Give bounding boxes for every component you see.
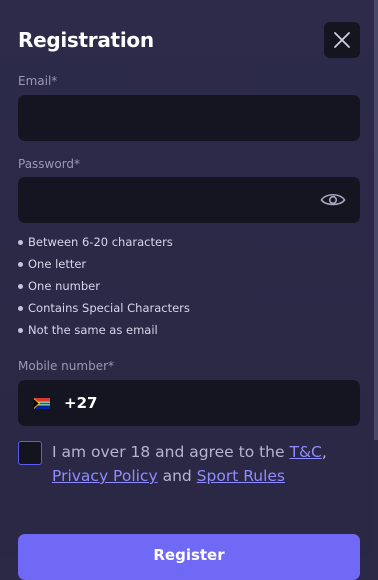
terms-agreement-text: I am over 18 and agree to the T&C, Priva… (52, 443, 327, 485)
south-africa-flag-icon[interactable] (34, 397, 50, 409)
register-button[interactable]: Register (18, 534, 360, 580)
registration-modal: Registration Email* Password* Between 6-… (0, 0, 374, 580)
privacy-policy-link[interactable]: Privacy Policy (52, 467, 158, 485)
bullet-icon (18, 327, 23, 333)
dial-code: +27 (64, 394, 98, 412)
password-field[interactable] (18, 177, 360, 223)
tc-link[interactable]: T&C (289, 443, 321, 461)
close-button[interactable] (324, 22, 360, 58)
bullet-icon (18, 261, 23, 267)
email-label: Email* (18, 74, 58, 88)
scrollbar-thumb[interactable] (374, 0, 378, 440)
email-field[interactable] (18, 95, 360, 141)
password-rule: One letter (18, 253, 190, 275)
bullet-icon (18, 283, 23, 289)
password-rule: Between 6-20 characters (18, 231, 190, 253)
mobile-number-field[interactable]: +27 (18, 380, 360, 426)
password-rule: Not the same as email (18, 319, 190, 341)
mobile-label: Mobile number* (18, 359, 115, 373)
password-rules-list: Between 6-20 characters One letter One n… (18, 231, 190, 341)
bullet-icon (18, 239, 23, 245)
scrollbar-track (374, 440, 378, 557)
sport-rules-link[interactable]: Sport Rules (197, 467, 285, 485)
age-terms-checkbox[interactable] (18, 441, 42, 465)
password-label: Password* (18, 157, 81, 171)
password-rule: Contains Special Characters (18, 297, 190, 319)
close-icon (334, 32, 350, 48)
modal-title: Registration (18, 28, 154, 52)
password-rule: One number (18, 275, 190, 297)
bullet-icon (18, 305, 23, 311)
eye-icon[interactable] (320, 190, 346, 210)
